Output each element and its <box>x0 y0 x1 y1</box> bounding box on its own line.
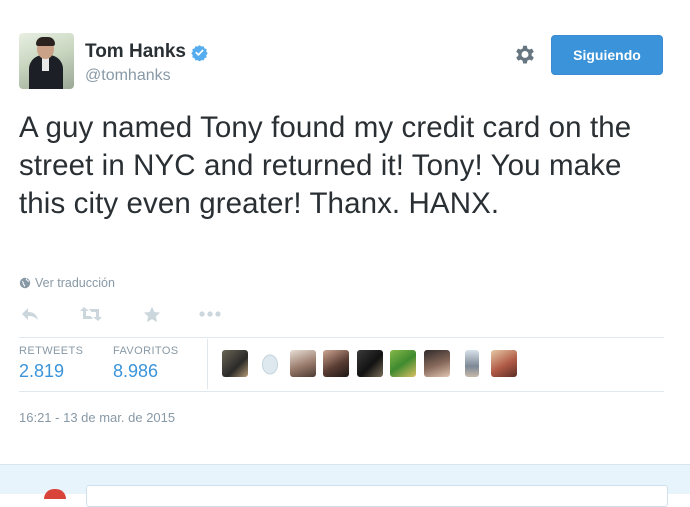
retweet-icon <box>80 307 102 321</box>
following-button[interactable]: Siguiendo <box>551 35 663 75</box>
more-button[interactable] <box>197 304 223 324</box>
favoriter-avatar[interactable] <box>465 350 479 377</box>
retweet-button[interactable] <box>78 304 104 324</box>
favoriter-avatar[interactable] <box>390 350 416 377</box>
translate-label[interactable]: Ver traducción <box>35 276 115 290</box>
favoriter-avatar[interactable] <box>357 350 383 377</box>
reply-button[interactable] <box>19 304 41 324</box>
favorites-label: FAVORITOS <box>113 345 179 357</box>
retweets-label: RETWEETS <box>19 345 84 357</box>
retweets-count[interactable]: 2.819 <box>19 361 83 382</box>
author-handle[interactable]: @tomhanks <box>85 67 171 85</box>
author-avatar[interactable] <box>19 33 74 89</box>
favorite-button[interactable] <box>141 304 163 324</box>
translate-link[interactable]: Ver traducción <box>19 276 115 290</box>
reply-icon <box>22 308 38 320</box>
gear-icon[interactable] <box>512 42 538 68</box>
favorites-stat[interactable]: FAVORITOS 8.986 <box>113 345 179 382</box>
favoriter-avatar[interactable] <box>290 350 316 377</box>
stats-top-divider <box>19 337 664 338</box>
favoriter-avatar[interactable] <box>257 350 283 377</box>
retweets-stat[interactable]: RETWEETS 2.819 <box>19 345 83 382</box>
favorites-count[interactable]: 8.986 <box>113 361 179 382</box>
more-dots-icon <box>199 311 221 317</box>
author-name[interactable]: Tom Hanks <box>85 41 186 63</box>
favoriter-avatar[interactable] <box>424 350 450 377</box>
stats-separator <box>207 339 208 389</box>
star-icon <box>143 306 161 322</box>
globe-icon <box>19 277 31 289</box>
favoriter-avatar[interactable] <box>323 350 349 377</box>
favoriter-avatar[interactable] <box>222 350 248 377</box>
favoriter-avatar[interactable] <box>491 350 517 377</box>
stats-bottom-divider <box>19 391 664 392</box>
tweet-timestamp[interactable]: 16:21 - 13 de mar. de 2015 <box>19 410 175 425</box>
author-name-row[interactable]: Tom Hanks <box>85 41 208 63</box>
tweet-text: A guy named Tony found my credit card on… <box>19 111 632 220</box>
verified-badge-icon <box>191 44 208 61</box>
reply-input[interactable] <box>86 485 668 507</box>
default-egg-icon <box>262 354 278 375</box>
